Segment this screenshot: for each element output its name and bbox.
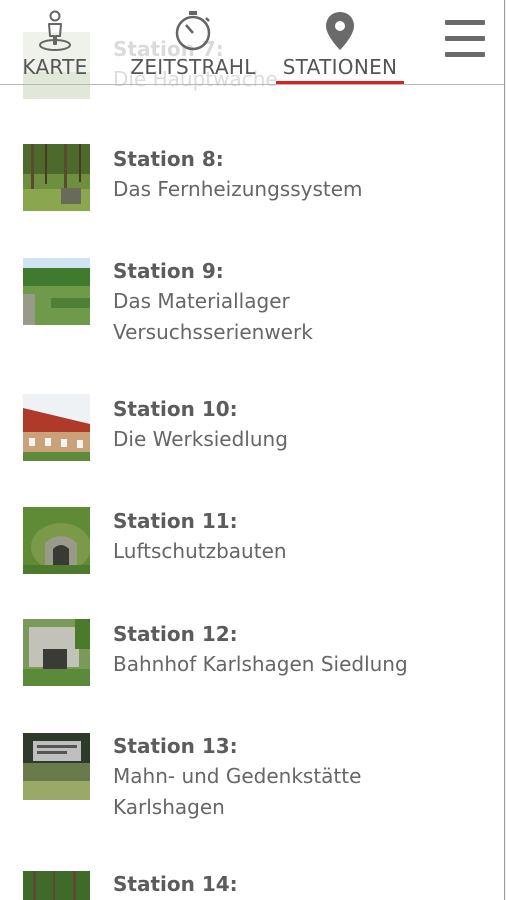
stopwatch-icon bbox=[124, 10, 262, 52]
tab-label: ZEITSTRAHL bbox=[130, 55, 256, 79]
station-thumbnail-11 bbox=[23, 507, 90, 574]
station-title: Station 13: bbox=[113, 734, 238, 758]
station-name-line: Das Materiallager bbox=[113, 289, 290, 313]
station-title: Station 12: bbox=[113, 622, 238, 646]
station-thumbnail-13 bbox=[23, 733, 90, 800]
person-on-map-icon bbox=[14, 10, 96, 52]
station-name-line: Karlshagen bbox=[113, 795, 225, 819]
station-name-line: Luftschutzbauten bbox=[113, 539, 287, 563]
tab-stationen[interactable]: STATIONEN bbox=[276, 0, 404, 84]
station-thumbnail-8 bbox=[23, 144, 90, 211]
station-name-line: Versuchsserienwerk bbox=[113, 320, 313, 344]
hamburger-menu-icon[interactable] bbox=[440, 16, 490, 64]
station-title: Station 14: bbox=[113, 872, 238, 896]
station-title: Station 10: bbox=[113, 397, 238, 421]
station-name-line: Mahn- und Gedenkstätte bbox=[113, 764, 362, 788]
tab-zeitstrahl[interactable]: ZEITSTRAHL bbox=[124, 0, 262, 84]
station-thumbnail-14 bbox=[23, 871, 90, 900]
tab-label: KARTE bbox=[22, 55, 88, 79]
tab-karte[interactable]: KARTE bbox=[14, 0, 96, 84]
stations-panel: Station 7: Die Hauptwache Station 8: Das… bbox=[0, 0, 505, 900]
tab-label: STATIONEN bbox=[282, 55, 398, 79]
active-tab-indicator bbox=[276, 81, 404, 84]
station-title: Station 11: bbox=[113, 509, 238, 533]
station-title: Station 8: bbox=[113, 147, 224, 171]
station-name-line: Das Fernheizungssystem bbox=[113, 177, 363, 201]
station-thumbnail-10 bbox=[23, 394, 90, 461]
station-thumbnail-12 bbox=[23, 619, 90, 686]
station-name-line: Die Werksiedlung bbox=[113, 427, 288, 451]
station-thumbnail-9 bbox=[23, 258, 90, 325]
map-pin-icon bbox=[276, 10, 404, 52]
station-name-line: Bahnhof Karlshagen Siedlung bbox=[113, 652, 408, 676]
station-title: Station 9: bbox=[113, 259, 224, 283]
top-navigation: KARTE ZEITSTRAHL STATIONEN bbox=[0, 0, 504, 85]
